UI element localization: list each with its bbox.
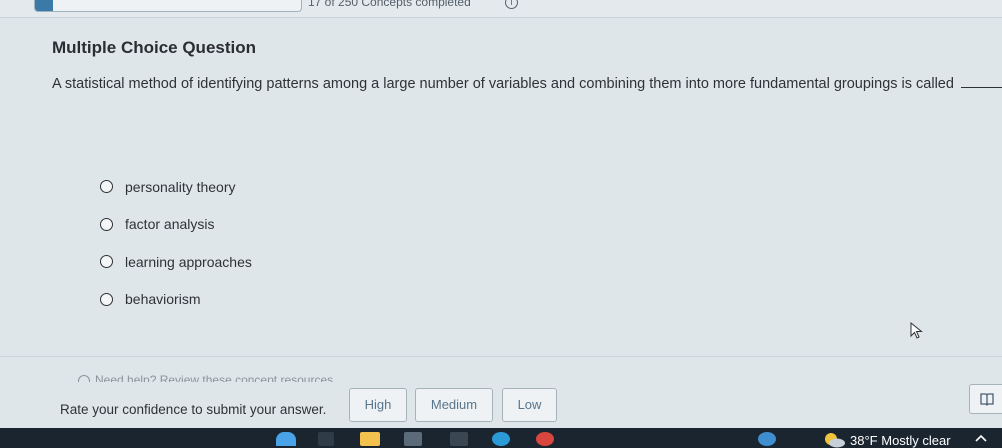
answer-blank bbox=[960, 76, 1002, 88]
radio-button[interactable] bbox=[100, 180, 113, 194]
help-app-icon[interactable] bbox=[758, 432, 776, 446]
store-icon[interactable] bbox=[404, 432, 422, 446]
app-icon[interactable] bbox=[318, 432, 334, 446]
option-factor-analysis[interactable]: factor analysis bbox=[100, 206, 252, 244]
help-text: Need help? Review these concept resource… bbox=[95, 373, 337, 382]
moon-cloud-icon bbox=[825, 433, 845, 448]
chevron-up-icon[interactable] bbox=[974, 432, 988, 444]
help-circle-icon bbox=[78, 374, 90, 382]
folder-icon[interactable] bbox=[360, 432, 380, 446]
option-label: factor analysis bbox=[125, 216, 215, 233]
confidence-prompt: Rate your confidence to submit your answ… bbox=[60, 402, 327, 417]
weather-desc: Mostly clear bbox=[881, 433, 951, 448]
progress-bar-fill bbox=[35, 0, 54, 11]
question-heading: Multiple Choice Question bbox=[52, 38, 257, 57]
info-icon[interactable]: i bbox=[505, 0, 518, 9]
progress-bar bbox=[34, 0, 302, 12]
weather-readout[interactable]: 38°F Mostly clear bbox=[850, 433, 951, 448]
confidence-medium-button[interactable]: Medium bbox=[415, 388, 493, 422]
app-icon[interactable] bbox=[276, 432, 296, 446]
divider bbox=[0, 356, 1002, 357]
top-bar: 17 of 250 Concepts completed i bbox=[0, 0, 1002, 18]
progress-text: 17 of 250 Concepts completed bbox=[308, 0, 471, 9]
question-text-row: A statistical method of identifying patt… bbox=[52, 76, 1002, 92]
app-icon[interactable] bbox=[450, 432, 468, 446]
option-label: personality theory bbox=[125, 178, 236, 195]
answer-options: personality theory factor analysis learn… bbox=[100, 168, 252, 318]
confidence-high-button[interactable]: High bbox=[349, 388, 407, 422]
divider bbox=[0, 17, 1002, 18]
option-learning-approaches[interactable]: learning approaches bbox=[100, 243, 252, 281]
chrome-browser-icon[interactable] bbox=[536, 432, 554, 446]
help-link[interactable]: Need help? Review these concept resource… bbox=[78, 370, 336, 382]
mouse-pointer-icon bbox=[910, 322, 923, 339]
option-personality-theory[interactable]: personality theory bbox=[100, 168, 252, 206]
book-icon bbox=[979, 393, 994, 406]
option-label: behaviorism bbox=[125, 291, 201, 308]
radio-button[interactable] bbox=[100, 292, 113, 306]
radio-button[interactable] bbox=[100, 255, 113, 269]
reader-button[interactable] bbox=[969, 384, 1002, 414]
weather-temp: 38°F bbox=[850, 433, 878, 448]
radio-button[interactable] bbox=[100, 217, 113, 231]
question-text: A statistical method of identifying patt… bbox=[52, 76, 954, 92]
confidence-low-button[interactable]: Low bbox=[502, 388, 557, 422]
edge-browser-icon[interactable] bbox=[492, 432, 510, 446]
option-label: learning approaches bbox=[125, 253, 252, 270]
option-behaviorism[interactable]: behaviorism bbox=[100, 281, 252, 319]
